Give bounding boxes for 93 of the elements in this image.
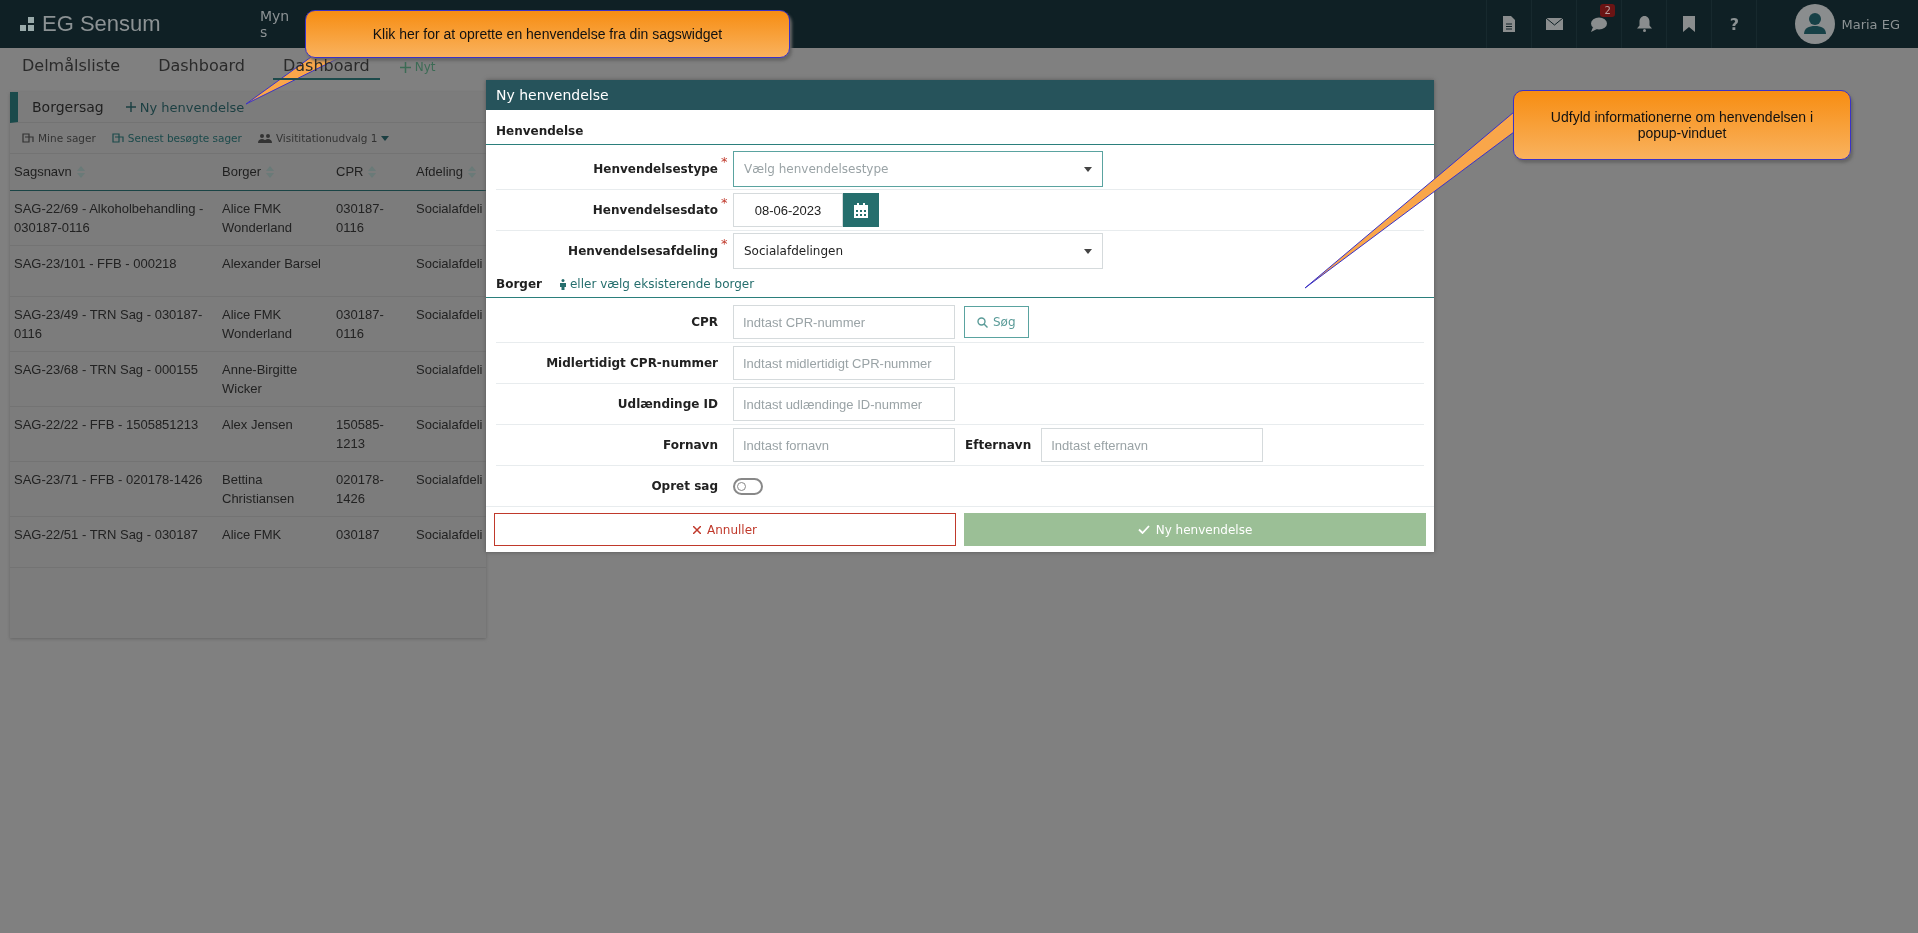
date-field[interactable]: 08-06-2023 bbox=[733, 193, 843, 227]
chat-icon[interactable] bbox=[1590, 16, 1608, 32]
filter-link[interactable]: Visititationudvalg 1 bbox=[257, 132, 390, 144]
table-cell: SAG-23/68 - TRN Sag - 000155 bbox=[14, 361, 199, 377]
table-cell: SAG-22/69 - Alkoholbehandling - 030187-0116 bbox=[14, 200, 204, 235]
column-header[interactable]: Borger bbox=[222, 164, 275, 180]
plus-icon bbox=[399, 61, 411, 73]
field-label: Udlændinge ID bbox=[616, 397, 718, 411]
field-label: Henvendelsesafdeling bbox=[567, 244, 718, 258]
person-icon bbox=[559, 278, 566, 290]
field-label: CPR bbox=[690, 315, 718, 329]
caret-icon bbox=[381, 135, 390, 141]
table-cell: Socialafdeli bbox=[416, 255, 483, 271]
field-label: Henvendelsestype bbox=[592, 162, 718, 176]
field-label: Fornavn bbox=[662, 438, 718, 452]
calendar-button[interactable] bbox=[843, 193, 879, 227]
dialog-title: Ny henvendelse bbox=[486, 80, 1434, 110]
table-cell: Socialafdeli bbox=[416, 416, 483, 432]
table-cell: SAG-23/49 - TRN Sag - 030187-0116 bbox=[14, 306, 203, 341]
document-icon[interactable] bbox=[1503, 16, 1516, 32]
notification-badge: 2 bbox=[1600, 4, 1615, 17]
table-cell: Socialafdeli bbox=[416, 306, 483, 322]
table-cell: Alice FMK Wonderland bbox=[222, 306, 292, 341]
toggle-switch[interactable] bbox=[733, 477, 763, 495]
filter-link[interactable]: Mine sager bbox=[22, 132, 96, 144]
table-cell: Socialafdeli bbox=[416, 526, 483, 542]
dashboard-tab[interactable]: Delmålsliste bbox=[22, 56, 121, 80]
cancel-button[interactable]: Annuller bbox=[494, 513, 956, 546]
app-logo: EG Sensum bbox=[42, 11, 161, 37]
new-inquiry-link[interactable]: Ny henvendelse bbox=[125, 99, 245, 115]
department-select[interactable]: Socialafdelingen bbox=[733, 233, 1103, 269]
dashboard-tab[interactable]: Dashboard bbox=[158, 56, 245, 80]
nav-label[interactable]: s bbox=[260, 24, 290, 40]
people-icon bbox=[257, 133, 272, 143]
check-icon bbox=[1137, 525, 1150, 534]
table-cell: SAG-23/71 - FFB - 020178-1426 bbox=[14, 471, 203, 487]
column-header[interactable]: Afdeling bbox=[416, 164, 476, 180]
table-cell: Bettina Christiansen bbox=[222, 471, 295, 506]
filter-link[interactable]: Senest besøgte sager bbox=[111, 132, 242, 144]
table-cell: 020178-1426 bbox=[336, 471, 384, 506]
section-heading: Borger bbox=[496, 277, 542, 291]
search-icon bbox=[977, 316, 988, 328]
avatar-icon[interactable] bbox=[1795, 4, 1836, 44]
table-cell: 030187-0116 bbox=[336, 200, 384, 235]
mail-icon[interactable] bbox=[1545, 18, 1563, 30]
caret-icon bbox=[1084, 248, 1092, 254]
foreign-id-field[interactable]: Indtast udlændinge ID-nummer bbox=[733, 387, 955, 421]
table-cell: Alice FMK bbox=[222, 526, 282, 542]
cpr-field[interactable]: Indtast CPR-nummer bbox=[733, 305, 955, 339]
callout: Klik her for at oprette en henvendelse fra din sagswidget bbox=[305, 10, 790, 58]
bookmark-icon[interactable] bbox=[1683, 16, 1696, 32]
temp-cpr-field[interactable]: Indtast midlertidigt CPR-nummer bbox=[733, 346, 955, 380]
table-cell: SAG-22/22 - FFB - 1505851213 bbox=[14, 416, 199, 432]
required-marker: * bbox=[720, 236, 729, 251]
first-name-field[interactable]: Indtast fornavn bbox=[733, 428, 955, 462]
table-cell: Anne-Birgitte Wicker bbox=[222, 361, 298, 396]
table-cell: 030187-0116 bbox=[336, 306, 384, 341]
widget-title: Borgersag bbox=[32, 99, 104, 115]
user-name[interactable]: Maria EG bbox=[1841, 16, 1900, 32]
logo-squares-icon bbox=[20, 17, 34, 31]
field-label: Opret sag bbox=[650, 479, 718, 493]
field-label: Efternavn bbox=[965, 438, 1032, 452]
caret-icon bbox=[1084, 166, 1092, 172]
bell-icon[interactable] bbox=[1636, 16, 1652, 32]
section-heading: Henvendelse bbox=[496, 124, 584, 138]
list-icon bbox=[22, 133, 34, 143]
help-button[interactable]: ? bbox=[1729, 14, 1740, 34]
table-cell: 030187 bbox=[336, 526, 380, 542]
table-cell: Alex Jensen bbox=[222, 416, 293, 432]
choose-citizen-link[interactable]: eller vælg eksisterende borger bbox=[559, 277, 755, 291]
column-header[interactable]: Sagsnavn bbox=[14, 164, 85, 180]
search-button[interactable]: Søg bbox=[964, 306, 1029, 338]
table-cell: Socialafdeli bbox=[416, 471, 483, 487]
required-marker: * bbox=[720, 195, 729, 210]
table-cell: Socialafdeli bbox=[416, 361, 483, 377]
field-label: Henvendelsesdato bbox=[591, 203, 718, 217]
table-cell: SAG-23/101 - FFB - 000218 bbox=[14, 255, 177, 271]
column-header[interactable]: CPR bbox=[336, 164, 377, 180]
plus-icon bbox=[125, 102, 136, 112]
type-select[interactable]: Vælg henvendelsestype bbox=[733, 151, 1103, 187]
list-icon bbox=[111, 133, 124, 143]
last-name-field[interactable]: Indtast efternavn bbox=[1041, 428, 1264, 462]
nav-label[interactable]: Myn bbox=[260, 8, 290, 24]
table-cell: Socialafdeli bbox=[416, 200, 483, 216]
table-cell: 150585-1213 bbox=[336, 416, 384, 451]
close-icon bbox=[693, 525, 701, 534]
table-cell: SAG-22/51 - TRN Sag - 030187 bbox=[14, 526, 199, 542]
required-marker: * bbox=[720, 154, 729, 169]
table-cell: Alexander Barsel bbox=[222, 255, 321, 271]
calendar-icon bbox=[854, 202, 868, 218]
callout: Udfyld informationerne om henvendelsen i popup-vinduet bbox=[1513, 90, 1851, 160]
table-cell: Alice FMK Wonderland bbox=[222, 200, 292, 235]
field-label: Midlertidigt CPR-nummer bbox=[545, 356, 718, 370]
